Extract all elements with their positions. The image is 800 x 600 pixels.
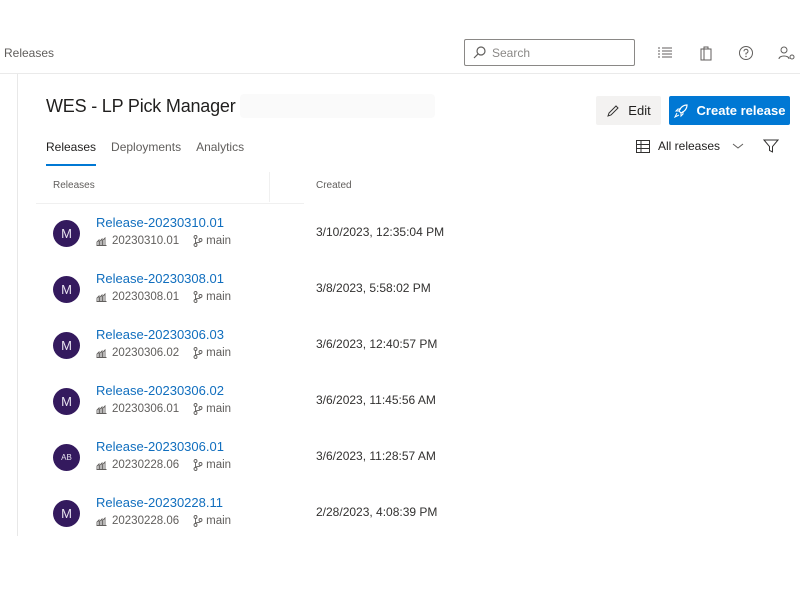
search-box[interactable] [464, 39, 635, 66]
avatar: AB [53, 444, 80, 471]
branch-icon [193, 515, 203, 527]
avatar: M [53, 500, 80, 527]
tab-bar: Releases Deployments Analytics [46, 140, 244, 166]
release-name-link[interactable]: Release-20230228.11 [96, 495, 223, 510]
release-name-link[interactable]: Release-20230306.01 [96, 439, 224, 454]
chevron-down-icon [732, 143, 744, 149]
left-rail-divider [17, 74, 18, 536]
build-pipeline-icon [96, 348, 107, 358]
create-release-button[interactable]: Create release [669, 96, 790, 125]
user-settings-icon[interactable] [778, 44, 796, 62]
build-number: 20230308.01 [112, 291, 180, 303]
column-header-created[interactable]: Created [316, 180, 352, 191]
branch-name: main [206, 515, 232, 527]
release-meta: 20230306.01 main [96, 403, 231, 415]
release-meta: 20230308.01 main [96, 291, 231, 303]
filter-icon[interactable] [762, 139, 780, 159]
help-icon[interactable] [737, 44, 755, 62]
release-meta: 20230228.06 main [96, 515, 231, 527]
tab-releases[interactable]: Releases [46, 140, 97, 166]
build-number: 20230306.02 [112, 347, 180, 359]
release-meta: 20230228.06 main [96, 459, 231, 471]
release-meta: 20230310.01 main [96, 235, 231, 247]
release-name-link[interactable]: Release-20230306.02 [96, 383, 224, 398]
created-date: 3/6/2023, 12:40:57 PM [316, 337, 438, 351]
tab-analytics[interactable]: Analytics [196, 140, 244, 160]
build-number: 20230310.01 [112, 235, 180, 247]
build-pipeline-icon [96, 404, 107, 414]
table-row[interactable]: AB Release-20230306.01 20230228.06 main … [46, 439, 466, 495]
build-number: 20230228.06 [112, 459, 180, 471]
search-icon [473, 46, 486, 59]
build-pipeline-icon [96, 460, 107, 470]
created-date: 3/6/2023, 11:28:57 AM [316, 449, 436, 463]
view-selector-label: All releases [658, 139, 721, 153]
shopping-bag-icon[interactable] [697, 44, 715, 62]
branch-name: main [206, 347, 232, 359]
table-row[interactable]: M Release-20230228.11 20230228.06 main 2… [46, 495, 466, 551]
table-row[interactable]: M Release-20230310.01 20230310.01 main 3… [46, 215, 466, 271]
branch-name: main [206, 459, 232, 471]
branch-icon [193, 347, 203, 359]
table-row[interactable]: M Release-20230306.03 20230306.02 main 3… [46, 327, 466, 383]
branch-name: main [206, 291, 232, 303]
column-header-releases[interactable]: Releases [53, 180, 95, 191]
table-row[interactable]: M Release-20230308.01 20230308.01 main 3… [46, 271, 466, 327]
table-icon [636, 139, 650, 153]
branch-icon [193, 403, 203, 415]
avatar: M [53, 388, 80, 415]
build-pipeline-icon [96, 292, 107, 302]
build-pipeline-icon [96, 236, 107, 246]
edit-button[interactable]: Edit [596, 96, 661, 125]
view-selector[interactable]: All releases [636, 139, 744, 153]
top-bar: Releases [0, 0, 800, 74]
build-number: 20230228.06 [112, 515, 180, 527]
created-date: 3/8/2023, 5:58:02 PM [316, 281, 431, 295]
created-date: 3/6/2023, 11:45:56 AM [316, 393, 436, 407]
build-pipeline-icon [96, 516, 107, 526]
branch-icon [193, 291, 203, 303]
page-title: WES - LP Pick Manager [46, 96, 236, 116]
header-divider [36, 203, 304, 204]
branch-name: main [206, 403, 232, 415]
release-name-link[interactable]: Release-20230310.01 [96, 215, 224, 230]
list-icon[interactable] [656, 44, 674, 62]
branch-icon [193, 235, 203, 247]
create-release-label: Create release [696, 103, 786, 118]
build-number: 20230306.01 [112, 403, 180, 415]
avatar: M [53, 276, 80, 303]
release-name-link[interactable]: Release-20230306.03 [96, 327, 224, 342]
avatar: M [53, 332, 80, 359]
created-date: 2/28/2023, 4:08:39 PM [316, 505, 438, 519]
rocket-icon [673, 104, 688, 118]
edit-label: Edit [628, 103, 651, 118]
search-input[interactable] [492, 45, 622, 60]
column-divider [269, 172, 270, 202]
redacted-area [240, 94, 435, 118]
breadcrumb[interactable]: Releases [4, 46, 54, 60]
release-name-link[interactable]: Release-20230308.01 [96, 271, 224, 286]
tab-deployments[interactable]: Deployments [111, 140, 181, 160]
pencil-icon [607, 104, 620, 117]
release-meta: 20230306.02 main [96, 347, 231, 359]
branch-name: main [206, 235, 232, 247]
created-date: 3/10/2023, 12:35:04 PM [316, 225, 445, 239]
table-row[interactable]: M Release-20230306.02 20230306.01 main 3… [46, 383, 466, 439]
avatar: M [53, 220, 80, 247]
branch-icon [193, 459, 203, 471]
